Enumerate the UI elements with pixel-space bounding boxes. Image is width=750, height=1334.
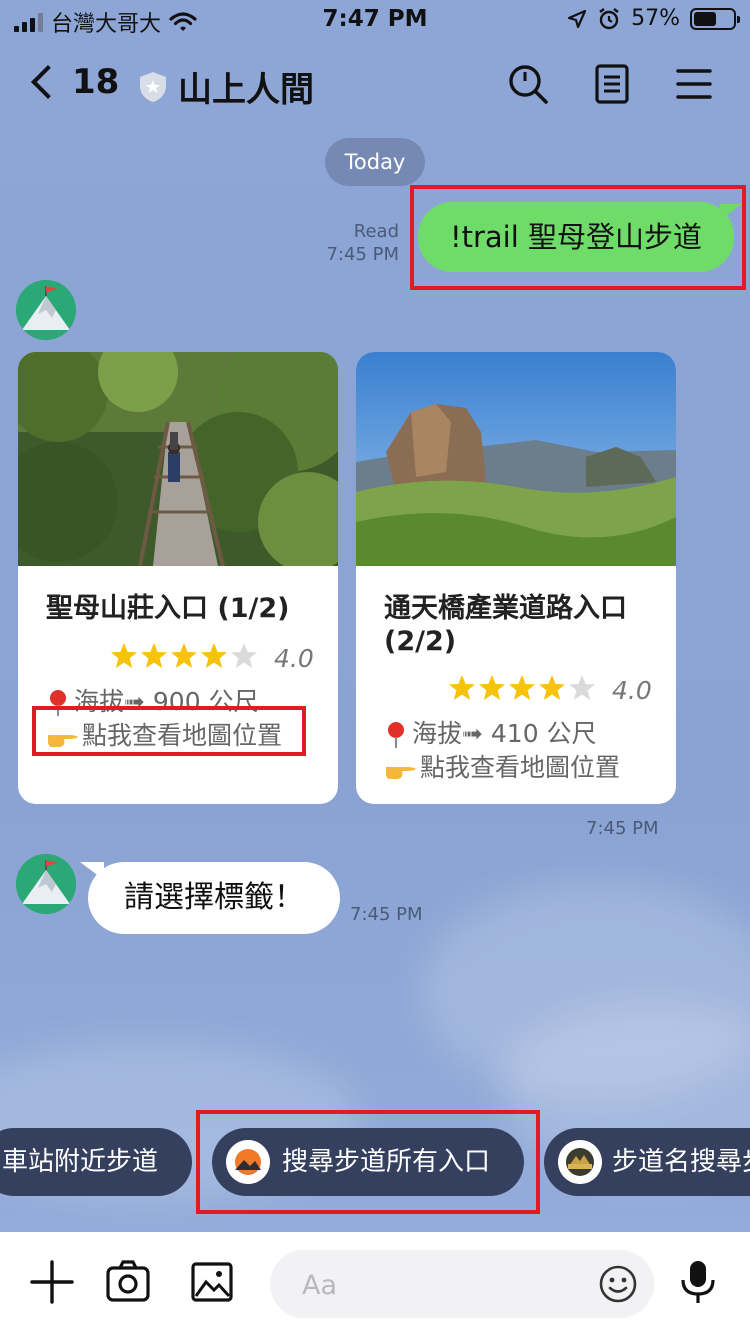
read-label: Read [353, 221, 399, 242]
trail-card[interactable]: 通天橋產業道路入口 (2/2) 4.0 海拔➟ 410 公尺 點我查看地圖位置 [356, 352, 676, 804]
message-textbox[interactable] [270, 1250, 654, 1318]
elevation-row: 海拔➟ 410 公尺 [384, 714, 597, 750]
quick-reply-label: 車站附近步道 [2, 1147, 159, 1177]
message-time: 7:45 PM [586, 818, 659, 839]
mountain-logo-icon [16, 280, 76, 340]
chevron-left-icon [31, 65, 65, 99]
trail-photo-bridge [18, 352, 338, 566]
card-title: 通天橋產業道路入口 (2/2) [384, 593, 627, 657]
back-button[interactable]: 18 [26, 62, 119, 102]
trail-photo-mountain [356, 352, 676, 566]
page-title: 山上人間 [178, 70, 314, 110]
star-rating [110, 642, 258, 670]
menu-icon[interactable] [672, 62, 716, 106]
message-time: 7:45 PM [350, 904, 423, 925]
plus-icon[interactable] [28, 1258, 76, 1306]
highlight-box [410, 185, 746, 290]
verified-shield-icon [140, 71, 166, 102]
star-filled-icon [171, 643, 197, 668]
map-link[interactable]: 點我查看地圖位置 [384, 748, 620, 784]
battery-icon [690, 7, 740, 30]
star-filled-icon [449, 675, 475, 700]
bot-avatar[interactable] [16, 280, 76, 340]
map-link-text: 點我查看地圖位置 [420, 753, 621, 782]
star-filled-icon [141, 643, 167, 668]
quick-reply-label: 步道名搜尋步 [612, 1147, 750, 1177]
star-filled-icon [539, 675, 565, 700]
pin-icon [388, 722, 404, 748]
star-filled-icon [479, 675, 505, 700]
emoji-icon[interactable] [598, 1264, 638, 1304]
camera-icon[interactable] [104, 1258, 152, 1306]
quick-reply-name-search[interactable]: 步道名搜尋步 [544, 1128, 750, 1196]
notes-icon[interactable] [590, 62, 634, 106]
read-receipt: Read 7:45 PM [326, 220, 399, 266]
star-empty-icon [569, 675, 595, 700]
rating-value: 4.0 [274, 644, 314, 673]
star-filled-icon [111, 643, 137, 668]
date-separator: Today [325, 138, 425, 186]
pointing-hand-icon [386, 767, 416, 779]
message-time: 7:45 PM [326, 244, 399, 265]
highlight-box [196, 1110, 540, 1214]
incoming-message-bubble[interactable]: 請選擇標籤！ [88, 862, 340, 934]
search-icon[interactable] [506, 62, 550, 106]
alarm-icon [599, 7, 619, 29]
message-input[interactable] [300, 1262, 584, 1308]
mountain-logo-icon [16, 854, 76, 914]
highlight-box [32, 706, 306, 756]
trail-badge-icon [558, 1140, 602, 1184]
unread-count: 18 [72, 62, 120, 102]
bot-avatar[interactable] [16, 854, 76, 914]
microphone-icon[interactable] [674, 1258, 722, 1306]
star-rating [448, 674, 596, 702]
chat-title-area[interactable]: 山上人間 [138, 62, 314, 111]
chat-header: 18 山上人間 [0, 48, 750, 120]
location-arrow-icon [567, 9, 587, 28]
message-input-bar [0, 1232, 750, 1334]
elevation-text: 海拔➟ 410 公尺 [412, 719, 597, 748]
rating-value: 4.0 [612, 676, 652, 705]
card-title: 聖母山莊入口 (1/2) [46, 593, 290, 624]
star-filled-icon [509, 675, 535, 700]
chat-screen: 台灣大哥大 7:47 PM 57% 18 山上人間 Today Read 7:4… [0, 0, 750, 1334]
star-empty-icon [231, 643, 257, 668]
star-filled-icon [201, 643, 227, 668]
image-icon[interactable] [188, 1258, 236, 1306]
status-bar: 台灣大哥大 7:47 PM 57% [0, 0, 750, 40]
quick-reply-station-trails[interactable]: 車站附近步道 [0, 1128, 192, 1196]
battery-percent: 57% [631, 6, 680, 31]
